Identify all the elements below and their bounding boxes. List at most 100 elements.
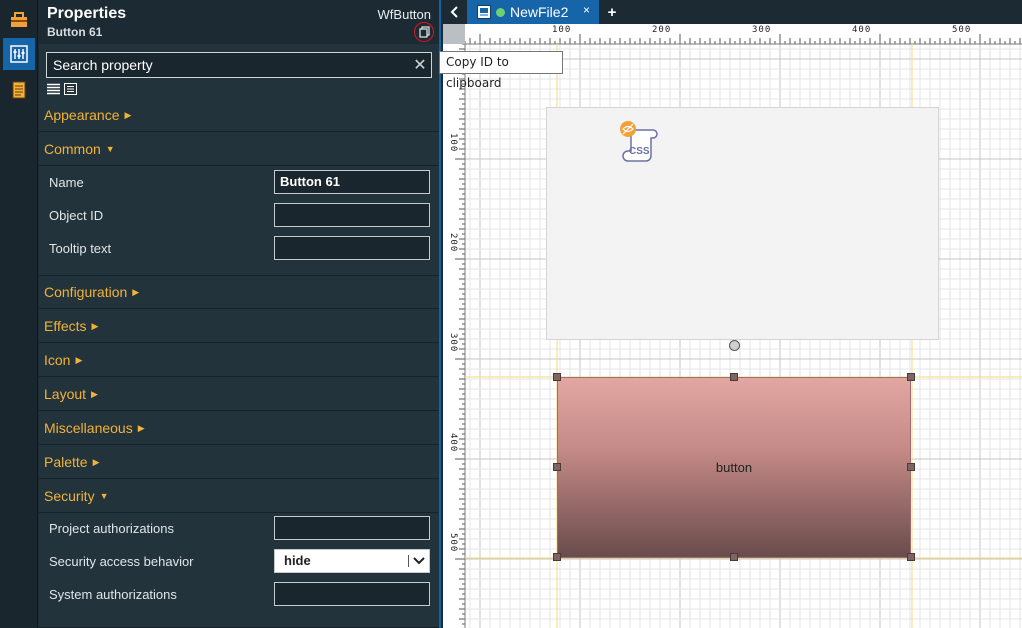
security-properties: Project authorizations Security access b… — [39, 513, 439, 628]
resize-handle-s[interactable] — [730, 553, 738, 561]
category-icon[interactable]: Icon ▶ — [39, 344, 439, 377]
status-dot — [496, 7, 505, 17]
category-common[interactable]: Common ▼ — [39, 133, 439, 166]
object-id-field[interactable] — [274, 203, 430, 227]
panel-title: Properties — [47, 5, 127, 22]
property-row-project-authorizations: Project authorizations — [39, 516, 439, 549]
category-label: Miscellaneous — [44, 420, 133, 436]
toolbox-icon[interactable] — [3, 4, 35, 36]
ruler-h-label: 300 — [752, 25, 772, 35]
caret-right-icon: ▶ — [137, 422, 145, 433]
caret-down-icon: ▼ — [99, 491, 109, 501]
property-row-object-id: Object ID — [39, 203, 439, 236]
rotate-handle[interactable] — [729, 340, 740, 351]
security-access-behavior-select[interactable]: hide — [274, 549, 430, 573]
resize-handle-e[interactable] — [907, 463, 915, 471]
property-label: Project authorizations — [49, 521, 175, 536]
list-view-icon[interactable] — [47, 83, 60, 95]
clear-search-icon[interactable]: ✕ — [409, 55, 431, 75]
caret-right-icon: ▶ — [75, 354, 83, 365]
tooltip-text-field[interactable] — [274, 236, 430, 260]
ruler-corner — [443, 24, 465, 44]
ruler-v-label: 200 — [448, 233, 458, 253]
ruler-v-label: 400 — [448, 433, 458, 453]
name-field[interactable]: Button 61 — [274, 170, 430, 194]
category-label: Effects — [44, 318, 87, 334]
properties-header: Properties Button 61 WfButton — [39, 0, 439, 44]
ruler-v-label: 300 — [448, 333, 458, 353]
common-properties: Name Button 61 Object ID Tooltip text — [39, 166, 439, 276]
category-label: Common — [44, 141, 101, 157]
category-palette[interactable]: Palette ▶ — [39, 446, 439, 479]
caret-right-icon: ▶ — [132, 286, 140, 297]
category-layout[interactable]: Layout ▶ — [39, 378, 439, 411]
design-canvas[interactable]: 100 200 300 400 500 100 200 300 400 500 … — [443, 24, 1022, 628]
button-widget-label: button — [715, 460, 753, 475]
button-widget[interactable]: button — [557, 377, 911, 558]
select-value: hide — [284, 553, 311, 568]
document-icon[interactable] — [3, 74, 35, 106]
caret-right-icon: ▶ — [91, 320, 99, 331]
page-icon — [477, 5, 491, 19]
category-label: Security — [44, 488, 95, 504]
property-row-name: Name Button 61 — [39, 170, 439, 203]
category-label: Configuration — [44, 284, 128, 300]
tab-newfile2[interactable]: NewFile2 × — [467, 0, 599, 24]
property-row-security-access: Security access behavior hide — [39, 549, 439, 582]
caret-right-icon: ▶ — [91, 388, 98, 399]
chevron-down-icon — [412, 550, 426, 579]
object-name: Button 61 — [47, 25, 103, 39]
category-appearance[interactable]: Appearance ▶ — [39, 99, 439, 132]
tab-label: NewFile2 — [510, 4, 569, 20]
search-property-input[interactable] — [47, 53, 409, 77]
resize-handle-w[interactable] — [553, 463, 561, 471]
property-row-system-authorizations: System authorizations — [39, 582, 439, 615]
view-toggle-group — [47, 83, 77, 95]
resize-handle-n[interactable] — [730, 373, 738, 381]
property-row-tooltip: Tooltip text — [39, 236, 439, 269]
ruler-v-label: 100 — [448, 133, 458, 153]
resize-handle-ne[interactable] — [907, 373, 915, 381]
project-authorizations-field[interactable] — [274, 516, 430, 540]
category-view-icon[interactable] — [64, 83, 77, 95]
left-icon-bar — [0, 0, 38, 628]
resize-handle-se[interactable] — [907, 553, 915, 561]
properties-panel: Properties Button 61 WfButton ✕ Appearan… — [39, 0, 441, 628]
category-effects[interactable]: Effects ▶ — [39, 310, 439, 343]
css-widget[interactable] — [546, 107, 939, 340]
search-property-box: ✕ — [46, 52, 432, 78]
chevron-left-icon[interactable] — [443, 0, 467, 24]
category-security[interactable]: Security ▼ — [39, 480, 439, 513]
close-tab-icon[interactable]: × — [583, 3, 590, 17]
ruler-h-label: 200 — [652, 25, 672, 35]
copy-id-button[interactable] — [414, 22, 434, 42]
system-authorizations-field[interactable] — [274, 582, 430, 606]
document-tab-bar: NewFile2 × + — [443, 0, 1022, 24]
property-label: Name — [49, 175, 84, 190]
category-miscellaneous[interactable]: Miscellaneous ▶ — [39, 412, 439, 445]
resize-handle-sw[interactable] — [553, 553, 561, 561]
property-label: System authorizations — [49, 587, 177, 602]
category-label: Icon — [44, 352, 71, 368]
app-root: Properties Button 61 WfButton ✕ Appearan… — [0, 0, 1022, 628]
css-script-icon — [620, 121, 658, 162]
select-separator — [408, 555, 409, 567]
ruler-v-label: 500 — [448, 533, 458, 553]
resize-handle-nw[interactable] — [553, 373, 561, 381]
category-label: Palette — [44, 454, 88, 470]
ruler-h-label: 500 — [952, 25, 972, 35]
add-tab-button[interactable]: + — [603, 0, 621, 24]
caret-right-icon: ▶ — [92, 456, 100, 467]
css-label: CSS — [629, 146, 650, 157]
category-label: Layout — [44, 386, 87, 402]
caret-right-icon: ▶ — [124, 109, 132, 120]
property-label: Object ID — [49, 208, 104, 223]
category-configuration[interactable]: Configuration ▶ — [39, 276, 439, 309]
property-label: Tooltip text — [49, 241, 112, 256]
object-type: WfButton — [377, 7, 431, 22]
ruler-h-label: 400 — [852, 25, 872, 35]
ruler-h-label: 100 — [552, 25, 572, 35]
horizontal-ruler — [465, 24, 1022, 44]
property-label: Security access behavior — [49, 554, 194, 569]
properties-icon[interactable] — [3, 38, 35, 70]
